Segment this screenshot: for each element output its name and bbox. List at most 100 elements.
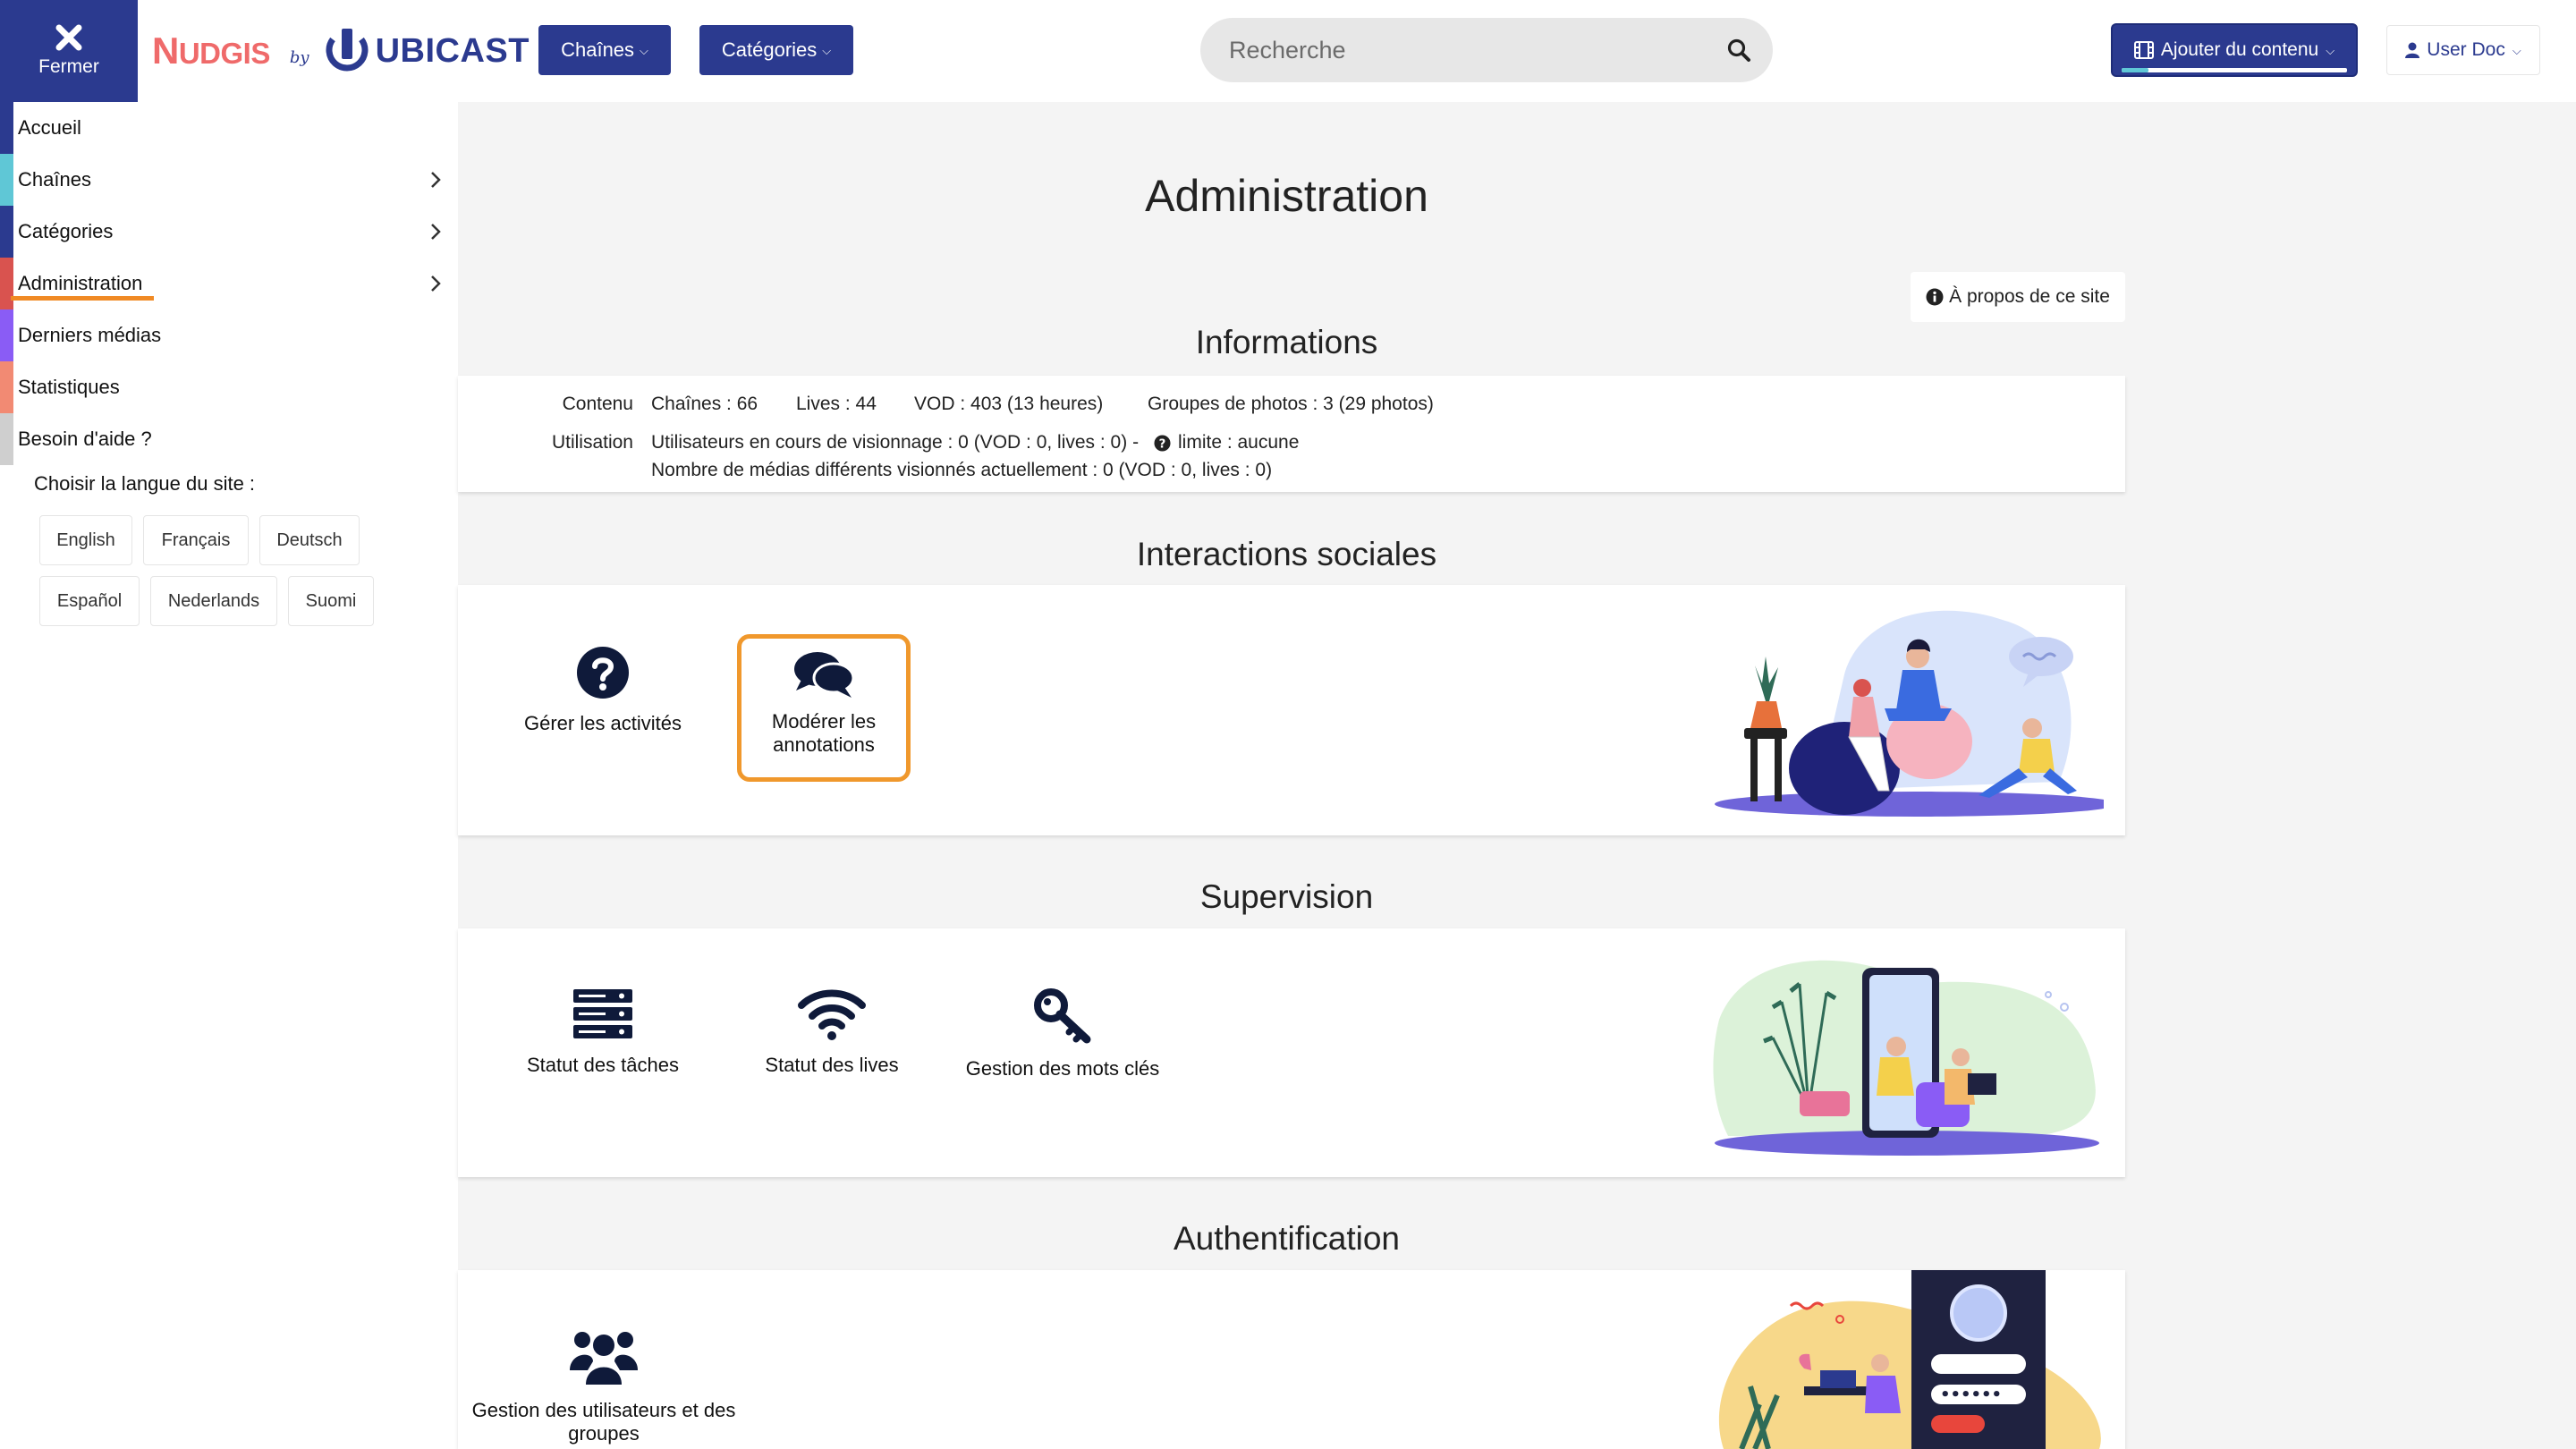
site-logo[interactable]: NUDGIS by UBICAST bbox=[152, 23, 530, 79]
sidebar-item-label: Statistiques bbox=[18, 376, 120, 398]
sidebar-item-administration[interactable]: Administration bbox=[0, 258, 458, 309]
logo-by: by bbox=[289, 47, 309, 67]
language-button-espanol[interactable]: Español bbox=[39, 576, 140, 626]
authentication-title: Authentification bbox=[1173, 1220, 1400, 1257]
language-button-deutsch[interactable]: Deutsch bbox=[259, 515, 360, 565]
users-icon bbox=[570, 1327, 638, 1386]
users-groups-management-tile[interactable]: Gestion des utilisateurs et des groupes bbox=[462, 1327, 745, 1445]
help-circle-icon[interactable]: ? bbox=[1154, 435, 1171, 452]
language-button-francais[interactable]: Français bbox=[143, 515, 249, 565]
categories-menu-label: Catégories bbox=[721, 38, 818, 61]
chevron-right-icon bbox=[430, 275, 441, 292]
svg-text:••••••: •••••• bbox=[1940, 1385, 2002, 1404]
sidebar-color-bar bbox=[0, 258, 13, 309]
authentication-card: Gestion des utilisateurs et des groupes … bbox=[458, 1270, 2125, 1449]
informations-card: Contenu Chaînes : 66 Lives : 44 VOD : 40… bbox=[458, 376, 2125, 492]
page-title: Administration bbox=[1145, 171, 1428, 221]
add-content-progress bbox=[2122, 68, 2347, 72]
sidebar-color-bar bbox=[0, 309, 13, 361]
supervision-title: Supervision bbox=[1199, 878, 1374, 915]
about-site-label: À propos de ce site bbox=[1949, 286, 2110, 307]
chevron-down-icon: ⌵ bbox=[2326, 44, 2335, 57]
info-circle-icon bbox=[1926, 288, 1944, 306]
add-content-label: Ajouter du contenu bbox=[2160, 39, 2319, 60]
social-interactions-card: Gérer les activités Modérer les annotati… bbox=[458, 585, 2125, 835]
viewers-limit: limite : aucune bbox=[1178, 432, 1300, 453]
lives-count: Lives : 44 bbox=[796, 394, 877, 414]
search-bar bbox=[1200, 18, 1773, 82]
chevron-right-icon bbox=[430, 223, 441, 241]
tile-label: Gestion des utilisateurs et des groupes bbox=[471, 1399, 736, 1445]
usage-label: Utilisation bbox=[551, 432, 633, 453]
sidebar-color-bar bbox=[0, 361, 13, 413]
supervision-illustration bbox=[1710, 948, 2104, 1163]
about-site-button[interactable]: À propos de ce site bbox=[1911, 272, 2125, 322]
add-content-button[interactable]: Ajouter du contenu ⌵ bbox=[2113, 25, 2356, 75]
chevron-down-icon: ⌵ bbox=[2512, 44, 2521, 57]
top-bar: Fermer NUDGIS by UBICAST Chaînes ⌵ Catég… bbox=[0, 0, 2576, 102]
svg-text:?: ? bbox=[1159, 437, 1166, 451]
sidebar-item-channels[interactable]: Chaînes bbox=[0, 154, 458, 206]
sidebar-item-label: Catégories bbox=[18, 220, 114, 242]
ubicast-logo-icon bbox=[326, 27, 369, 75]
content-label: Contenu bbox=[562, 394, 633, 414]
categories-menu-button[interactable]: Catégories ⌵ bbox=[699, 25, 853, 75]
film-icon bbox=[2133, 41, 2154, 59]
chevron-down-icon: ⌵ bbox=[640, 44, 648, 57]
lives-status-tile[interactable]: Statut des lives bbox=[747, 987, 917, 1077]
sidebar-item-label: Administration bbox=[18, 272, 143, 294]
chevron-down-icon: ⌵ bbox=[822, 44, 832, 57]
sidebar-item-home[interactable]: Accueil bbox=[0, 102, 458, 154]
close-icon bbox=[55, 24, 82, 51]
search-input[interactable] bbox=[1229, 18, 1703, 82]
tile-label: Gestion des mots clés bbox=[965, 1057, 1160, 1080]
tile-label: Gérer les activités bbox=[523, 712, 682, 734]
sidebar-color-bar bbox=[0, 413, 13, 465]
sidebar-color-bar bbox=[0, 154, 13, 206]
server-icon bbox=[572, 987, 634, 1041]
nudgis-wordmark: NUDGIS bbox=[152, 30, 270, 72]
language-button-english[interactable]: English bbox=[39, 515, 132, 565]
sidebar-item-label: Derniers médias bbox=[18, 324, 162, 346]
comments-icon bbox=[792, 649, 855, 701]
wifi-icon bbox=[798, 987, 866, 1041]
channels-menu-label: Chaînes bbox=[561, 38, 635, 61]
sidebar-item-label: Chaînes bbox=[18, 168, 91, 191]
current-viewers: Utilisateurs en cours de visionnage : 0 … bbox=[651, 432, 1140, 453]
language-button-suomi[interactable]: Suomi bbox=[288, 576, 374, 626]
sidebar-color-bar bbox=[0, 102, 13, 154]
moderate-annotations-tile[interactable]: Modérer les annotations bbox=[737, 634, 911, 782]
language-title: Choisir la langue du site : bbox=[34, 472, 256, 495]
sidebar-color-bar bbox=[0, 206, 13, 258]
user-name: User Doc bbox=[2427, 39, 2505, 60]
tasks-status-tile[interactable]: Statut des tâches bbox=[518, 987, 688, 1077]
sidebar-item-categories[interactable]: Catégories bbox=[0, 206, 458, 258]
sidebar-item-statistics[interactable]: Statistiques bbox=[0, 361, 458, 413]
sidebar-item-label: Besoin d'aide ? bbox=[18, 428, 152, 450]
user-menu-button[interactable]: User Doc ⌵ bbox=[2386, 25, 2540, 75]
close-menu-button[interactable]: Fermer bbox=[0, 0, 138, 102]
social-illustration bbox=[1710, 603, 2104, 826]
key-icon bbox=[1033, 987, 1092, 1045]
sidebar-item-label: Accueil bbox=[18, 116, 81, 139]
keywords-management-tile[interactable]: Gestion des mots clés bbox=[945, 987, 1180, 1080]
ubicast-wordmark: UBICAST bbox=[375, 31, 530, 70]
chevron-right-icon bbox=[430, 171, 441, 189]
supervision-card: Statut des tâches Statut des lives Gesti… bbox=[458, 928, 2125, 1177]
informations-title: Informations bbox=[1195, 324, 1378, 360]
sidebar: Accueil Chaînes Catégories Administratio… bbox=[0, 102, 458, 1449]
channels-count: Chaînes : 66 bbox=[651, 394, 758, 414]
search-icon[interactable] bbox=[1726, 38, 1751, 63]
sidebar-item-help[interactable]: Besoin d'aide ? bbox=[0, 413, 458, 465]
sidebar-item-latest-media[interactable]: Derniers médias bbox=[0, 309, 458, 361]
channels-menu-button[interactable]: Chaînes ⌵ bbox=[538, 25, 671, 75]
user-icon bbox=[2405, 42, 2420, 58]
active-item-underline bbox=[11, 296, 154, 301]
question-circle-icon bbox=[576, 646, 630, 699]
manage-activities-tile[interactable]: Gérer les activités bbox=[518, 646, 688, 735]
tile-label: Statut des tâches bbox=[527, 1054, 679, 1076]
photo-groups-count: Groupes de photos : 3 (29 photos) bbox=[1148, 394, 1434, 414]
distinct-media-viewed: Nombre de médias différents visionnés ac… bbox=[651, 460, 1273, 480]
tile-label: Statut des lives bbox=[765, 1054, 899, 1076]
language-button-nederlands[interactable]: Nederlands bbox=[150, 576, 277, 626]
